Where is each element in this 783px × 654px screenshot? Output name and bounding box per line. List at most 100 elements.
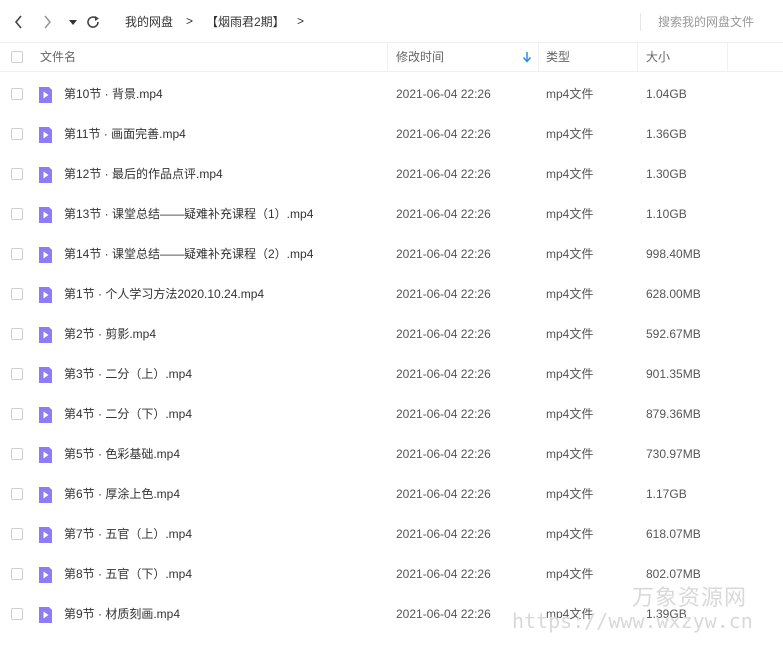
watermark-text: 万象资源网 (632, 586, 748, 611)
row-checkbox[interactable] (11, 248, 23, 260)
video-file-icon (39, 447, 52, 463)
file-name[interactable]: 第1节 · 个人学习方法2020.10.24.mp4 (64, 287, 264, 301)
file-size: 879.36MB (646, 407, 701, 421)
chevron-right-icon (44, 15, 52, 29)
file-name[interactable]: 第8节 · 五官（下）.mp4 (64, 567, 192, 581)
history-dropdown-button[interactable] (64, 12, 82, 32)
breadcrumb-item-root[interactable]: 我的网盘 (125, 15, 173, 29)
breadcrumb-separator-icon: > (186, 14, 194, 28)
file-type: mp4文件 (546, 487, 594, 501)
toolbar: 我的网盘 > 【烟雨君2期】 > (0, 0, 783, 43)
refresh-icon (87, 16, 99, 28)
file-size: 618.07MB (646, 527, 701, 541)
row-checkbox[interactable] (11, 88, 23, 100)
file-name[interactable]: 第2节 · 剪影.mp4 (64, 327, 156, 341)
table-row[interactable]: 第13节 · 课堂总结——疑难补充课程（1）.mp4 2021-06-04 22:… (0, 194, 783, 234)
table-row[interactable]: 第1节 · 个人学习方法2020.10.24.mp4 2021-06-04 22:… (0, 274, 783, 314)
file-name[interactable]: 第13节 · 课堂总结——疑难补充课程（1）.mp4 (64, 207, 313, 221)
file-type: mp4文件 (546, 367, 594, 381)
file-name[interactable]: 第12节 · 最后的作品点评.mp4 (64, 167, 223, 181)
file-type: mp4文件 (546, 447, 594, 461)
breadcrumb-separator-icon: > (297, 14, 305, 28)
row-checkbox[interactable] (11, 368, 23, 380)
file-modified-time: 2021-06-04 22:26 (396, 367, 491, 381)
column-header-type[interactable]: 类型 (546, 43, 570, 71)
column-divider (637, 43, 638, 71)
table-row[interactable]: 第5节 · 色彩基础.mp4 2021-06-04 22:26 mp4文件 730.9… (0, 434, 783, 474)
video-file-icon (39, 87, 52, 103)
file-type: mp4文件 (546, 527, 594, 541)
file-size: 1.30GB (646, 167, 687, 181)
column-divider (727, 43, 728, 71)
table-row[interactable]: 第14节 · 课堂总结——疑难补充课程（2）.mp4 2021-06-04 22:… (0, 234, 783, 274)
select-all-checkbox[interactable] (11, 51, 23, 63)
file-modified-time: 2021-06-04 22:26 (396, 167, 491, 181)
table-row[interactable]: 第4节 · 二分（下）.mp4 2021-06-04 22:26 mp4文件 879.… (0, 394, 783, 434)
file-size: 1.10GB (646, 207, 687, 221)
file-name[interactable]: 第3节 · 二分（上）.mp4 (64, 367, 192, 381)
row-checkbox[interactable] (11, 408, 23, 420)
file-name[interactable]: 第7节 · 五官（上）.mp4 (64, 527, 192, 541)
row-checkbox[interactable] (11, 168, 23, 180)
table-row[interactable]: 第3节 · 二分（上）.mp4 2021-06-04 22:26 mp4文件 901.… (0, 354, 783, 394)
row-checkbox[interactable] (11, 488, 23, 500)
row-checkbox[interactable] (11, 288, 23, 300)
file-size: 998.40MB (646, 247, 701, 261)
file-size: 1.36GB (646, 127, 687, 141)
row-checkbox[interactable] (11, 528, 23, 540)
file-name[interactable]: 第11节 · 画面完善.mp4 (64, 127, 186, 141)
table-row[interactable]: 第10节 · 背景.mp4 2021-06-04 22:26 mp4文件 1.04GB (0, 74, 783, 114)
video-file-icon (39, 327, 52, 343)
table-row[interactable]: 第6节 · 厚涂上色.mp4 2021-06-04 22:26 mp4文件 1.17G… (0, 474, 783, 514)
refresh-button[interactable] (84, 12, 102, 32)
video-file-icon (39, 367, 52, 383)
file-type: mp4文件 (546, 287, 594, 301)
row-checkbox[interactable] (11, 128, 23, 140)
sort-down-arrow-icon[interactable] (522, 51, 532, 63)
file-size: 1.04GB (646, 87, 687, 101)
column-header-size[interactable]: 大小 (646, 43, 670, 71)
file-type: mp4文件 (546, 127, 594, 141)
chevron-left-icon (14, 15, 22, 29)
file-type: mp4文件 (546, 247, 594, 261)
forward-button[interactable] (38, 12, 56, 32)
table-row[interactable]: 第2节 · 剪影.mp4 2021-06-04 22:26 mp4文件 592.67M… (0, 314, 783, 354)
file-modified-time: 2021-06-04 22:26 (396, 87, 491, 101)
file-name[interactable]: 第6节 · 厚涂上色.mp4 (64, 487, 180, 501)
breadcrumb-item-current-folder[interactable]: 【烟雨君2期】 (206, 15, 285, 29)
file-type: mp4文件 (546, 407, 594, 421)
video-file-icon (39, 207, 52, 223)
video-file-icon (39, 287, 52, 303)
file-name[interactable]: 第14节 · 课堂总结——疑难补充课程（2）.mp4 (64, 247, 313, 261)
table-row[interactable]: 第11节 · 画面完善.mp4 2021-06-04 22:26 mp4文件 1.36… (0, 114, 783, 154)
file-name[interactable]: 第5节 · 色彩基础.mp4 (64, 447, 180, 461)
file-name[interactable]: 第9节 · 材质刻画.mp4 (64, 607, 180, 621)
column-header-name[interactable]: 文件名 (40, 43, 76, 71)
file-name[interactable]: 第10节 · 背景.mp4 (64, 87, 163, 101)
file-type: mp4文件 (546, 87, 594, 101)
row-checkbox[interactable] (11, 608, 23, 620)
video-file-icon (39, 487, 52, 503)
row-checkbox[interactable] (11, 328, 23, 340)
back-button[interactable] (10, 12, 28, 32)
row-checkbox[interactable] (11, 568, 23, 580)
file-name[interactable]: 第4节 · 二分（下）.mp4 (64, 407, 192, 421)
file-type: mp4文件 (546, 327, 594, 341)
file-type: mp4文件 (546, 567, 594, 581)
file-size: 802.07MB (646, 567, 701, 581)
video-file-icon (39, 127, 52, 143)
table-row[interactable]: 第12节 · 最后的作品点评.mp4 2021-06-04 22:26 mp4文件 1… (0, 154, 783, 194)
table-row[interactable]: 第7节 · 五官（上）.mp4 2021-06-04 22:26 mp4文件 618.… (0, 514, 783, 554)
column-header-modified[interactable]: 修改时间 (396, 43, 444, 71)
file-modified-time: 2021-06-04 22:26 (396, 447, 491, 461)
file-size: 730.97MB (646, 447, 701, 461)
column-divider (538, 43, 539, 71)
file-modified-time: 2021-06-04 22:26 (396, 607, 491, 621)
video-file-icon (39, 167, 52, 183)
row-checkbox[interactable] (11, 448, 23, 460)
file-modified-time: 2021-06-04 22:26 (396, 407, 491, 421)
row-checkbox[interactable] (11, 208, 23, 220)
file-size: 1.17GB (646, 487, 687, 501)
search-input[interactable] (650, 10, 775, 34)
file-size: 592.67MB (646, 327, 701, 341)
